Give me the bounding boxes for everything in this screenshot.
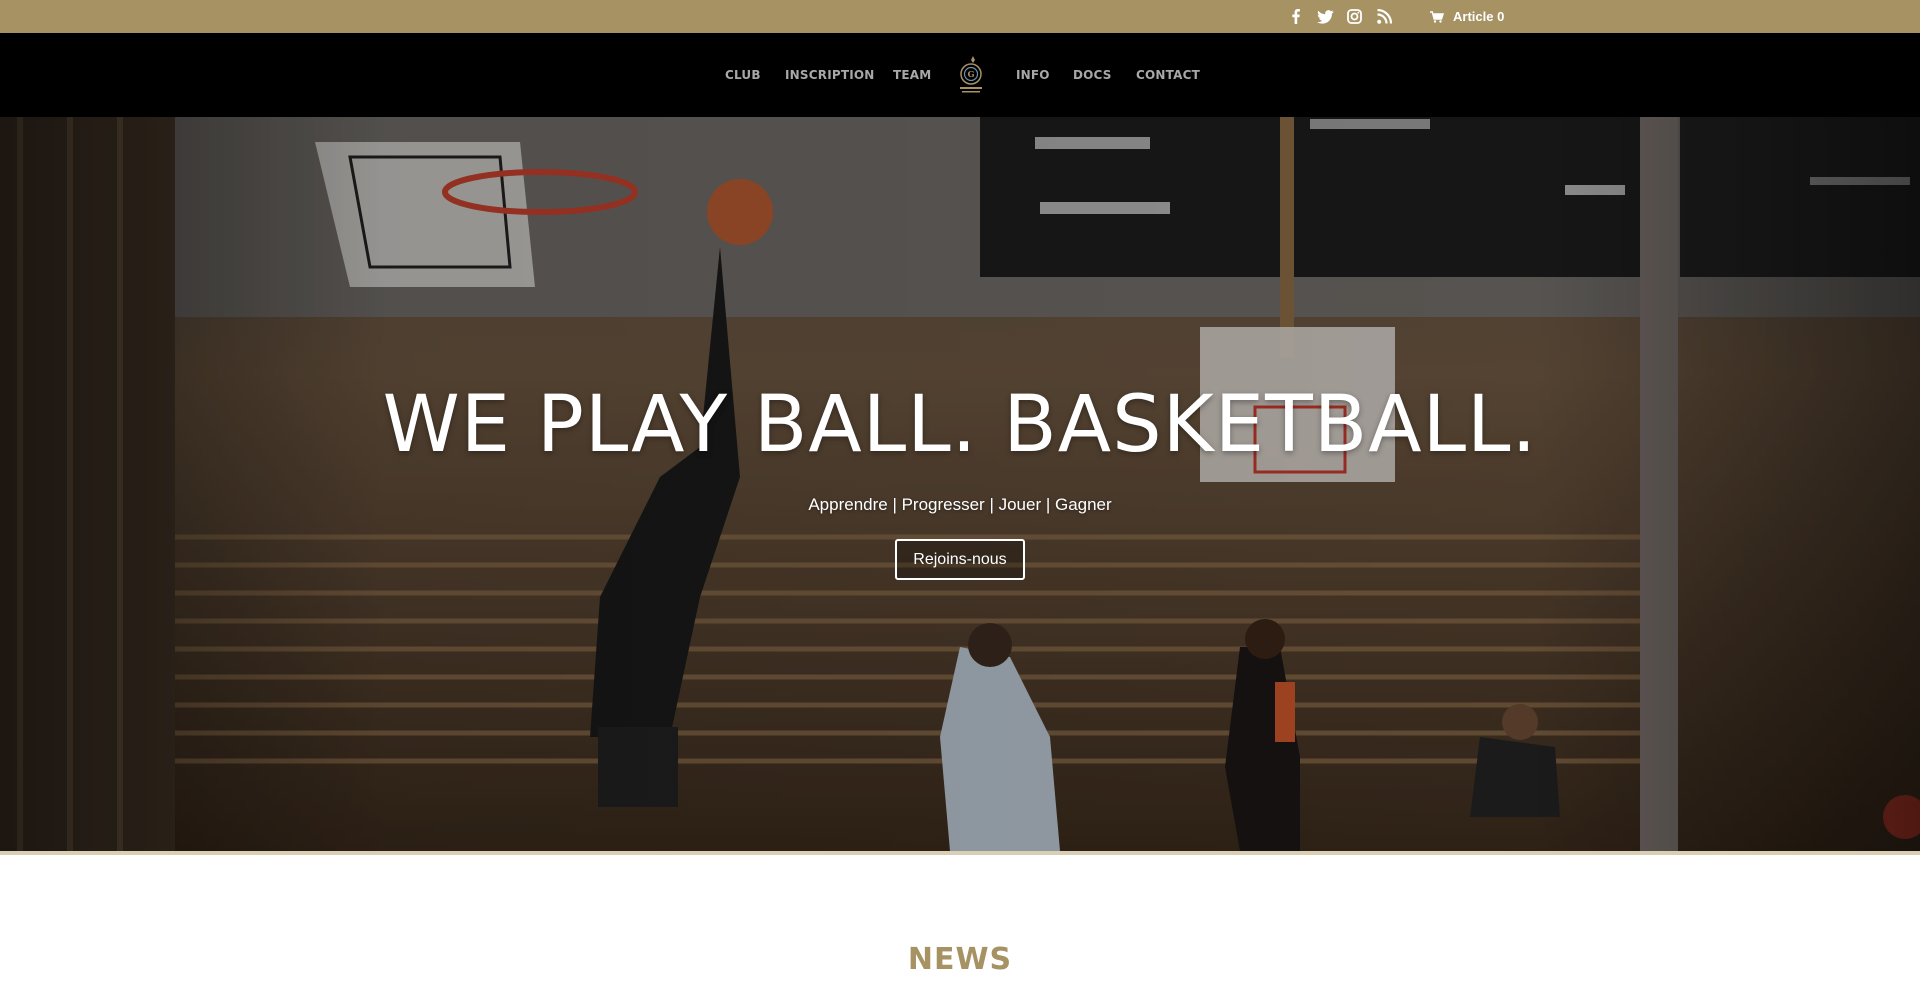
instagram-link[interactable] [1347, 0, 1362, 33]
top-bar [0, 0, 1920, 33]
nav-item-inscription[interactable]: INSCRIPTION [785, 33, 875, 117]
hero-overlay [0, 117, 1920, 851]
club-logo[interactable]: G [956, 54, 986, 96]
nav-item-team[interactable]: TEAM [893, 33, 931, 117]
join-button[interactable]: Rejoins-nous [895, 539, 1025, 580]
facebook-icon [1292, 9, 1300, 24]
instagram-icon [1347, 9, 1362, 24]
cart-label: Article 0 [1453, 9, 1505, 24]
facebook-link[interactable] [1292, 0, 1300, 33]
nav-item-docs[interactable]: DOCS [1073, 33, 1112, 117]
nav-item-contact[interactable]: CONTACT [1136, 33, 1200, 117]
hero-subtitle: Apprendre | Progresser | Jouer | Gagner [808, 495, 1112, 514]
news-heading: NEWS [907, 942, 1013, 977]
rss-icon [1377, 9, 1392, 24]
hero-section [0, 117, 1920, 851]
svg-text:G: G [968, 69, 975, 79]
twitter-link[interactable] [1317, 0, 1334, 33]
cart-link[interactable]: Article 0 [1430, 0, 1504, 33]
nav-item-club[interactable]: CLUB [725, 33, 761, 117]
twitter-icon [1317, 9, 1334, 24]
hero-title: WE PLAY BALL. BASKETBALL. [382, 380, 1538, 470]
rss-link[interactable] [1377, 0, 1392, 33]
nav-item-info[interactable]: INFO [1016, 33, 1050, 117]
hero-divider [0, 851, 1920, 855]
cart-icon [1430, 10, 1444, 23]
